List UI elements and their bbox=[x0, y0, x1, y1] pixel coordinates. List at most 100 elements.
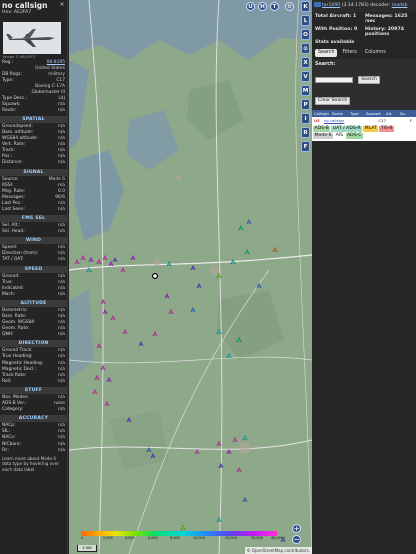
aircraft-marker[interactable] bbox=[168, 309, 174, 315]
aircraft-marker[interactable] bbox=[244, 249, 250, 255]
aircraft-marker[interactable] bbox=[216, 273, 222, 279]
map-btn-u[interactable]: U bbox=[246, 2, 255, 11]
aircraft-marker[interactable] bbox=[180, 525, 186, 531]
close-icon[interactable]: × bbox=[59, 2, 65, 8]
aircraft-marker[interactable] bbox=[190, 265, 196, 271]
tab-columns[interactable]: Columns bbox=[362, 49, 389, 57]
top-rows: Type Desc.: L4J Squawk: n/a Route: n/a bbox=[0, 96, 67, 114]
stats-available[interactable]: Stats available bbox=[315, 40, 363, 45]
tar1090-link[interactable]: tar1090 bbox=[322, 3, 340, 8]
search-button[interactable]: Search bbox=[358, 75, 380, 84]
tab-filters[interactable]: Filters bbox=[339, 49, 359, 57]
tab-search[interactable]: Search bbox=[315, 49, 338, 58]
col-header[interactable]: Sp. bbox=[398, 110, 410, 117]
col-header[interactable]: Route bbox=[330, 110, 348, 117]
settings-gear-icon[interactable]: ⚙ bbox=[285, 2, 294, 11]
aircraft-marker[interactable] bbox=[236, 467, 242, 473]
section-header-speed[interactable]: SPEED bbox=[0, 265, 67, 273]
col-header[interactable]: Type bbox=[348, 110, 364, 117]
aircraft-marker[interactable] bbox=[100, 299, 106, 305]
selected-aircraft-marker[interactable] bbox=[151, 273, 158, 280]
aircraft-marker[interactable] bbox=[112, 257, 118, 263]
side-btn-5[interactable]: V bbox=[301, 71, 310, 82]
aircraft-marker[interactable] bbox=[96, 259, 102, 265]
section-header-altitude[interactable]: ALTITUDE bbox=[0, 299, 67, 307]
section-header-spatial[interactable]: SPATIAL bbox=[0, 115, 67, 123]
aircraft-marker[interactable] bbox=[86, 267, 92, 273]
aircraft-marker[interactable] bbox=[120, 267, 126, 273]
aircraft-photo[interactable] bbox=[3, 22, 61, 54]
aircraft-marker[interactable] bbox=[102, 309, 108, 315]
toggle-sidebar-icon[interactable] bbox=[314, 2, 321, 7]
side-btn-0[interactable]: K bbox=[301, 1, 310, 12]
aircraft-marker[interactable] bbox=[246, 219, 252, 225]
aircraft-marker[interactable] bbox=[152, 331, 158, 337]
side-btn-1[interactable]: L bbox=[301, 15, 310, 26]
side-btn-2[interactable]: O bbox=[301, 29, 310, 40]
aircraft-marker[interactable] bbox=[122, 329, 128, 335]
section-header-signal[interactable]: SIGNAL bbox=[0, 168, 67, 176]
aircraft-marker[interactable] bbox=[100, 365, 106, 371]
map-view[interactable]: U H T ⚙ + − 0 2,000 4,000 6,000 8,000 10,000 2… bbox=[69, 0, 312, 554]
table-row[interactable]: US no callsign C17 F bbox=[312, 117, 416, 124]
col-header[interactable]: Callsign bbox=[312, 110, 330, 117]
map-attribution[interactable]: © OpenStreetMap contributors. bbox=[244, 547, 312, 554]
aircraft-marker[interactable] bbox=[232, 437, 238, 443]
aircraft-marker[interactable] bbox=[146, 447, 152, 453]
section-header-accuracy[interactable]: ACCURACY bbox=[0, 415, 67, 423]
aircraft-marker[interactable] bbox=[130, 255, 136, 261]
aircraft-marker[interactable] bbox=[80, 255, 86, 261]
side-btn-10[interactable]: F bbox=[301, 141, 310, 152]
aircraft-marker[interactable] bbox=[216, 441, 222, 447]
aircraft-marker[interactable] bbox=[226, 353, 232, 359]
side-btn-7[interactable]: P bbox=[301, 99, 310, 110]
aircraft-marker[interactable] bbox=[74, 259, 80, 265]
section-header-direction[interactable]: DIRECTION bbox=[0, 340, 67, 348]
map-btn-t[interactable]: T bbox=[270, 2, 279, 11]
aircraft-marker[interactable] bbox=[256, 283, 262, 289]
aircraft-marker[interactable] bbox=[150, 453, 156, 459]
aircraft-marker[interactable] bbox=[166, 261, 172, 267]
aircraft-marker[interactable] bbox=[104, 401, 110, 407]
col-header[interactable]: Squawk bbox=[364, 110, 384, 117]
aircraft-marker[interactable] bbox=[92, 389, 98, 395]
aircraft-marker[interactable] bbox=[196, 283, 202, 289]
section-header-stuff[interactable]: STUFF bbox=[0, 386, 67, 394]
clear-search-button[interactable]: Clear Search bbox=[315, 96, 351, 105]
aircraft-marker[interactable] bbox=[164, 293, 170, 299]
aircraft-marker[interactable] bbox=[218, 463, 224, 469]
decoder-link[interactable]: readsb bbox=[392, 3, 408, 8]
aircraft-marker[interactable] bbox=[226, 449, 232, 455]
aircraft-marker[interactable] bbox=[242, 497, 248, 503]
aircraft-marker[interactable] bbox=[110, 315, 116, 321]
map-btn-h[interactable]: H bbox=[258, 2, 267, 11]
col-header[interactable]: Alt. bbox=[384, 110, 398, 117]
search-input[interactable] bbox=[315, 76, 353, 83]
aircraft-marker[interactable] bbox=[194, 449, 200, 455]
aircraft-marker[interactable] bbox=[190, 307, 196, 313]
side-btn-8[interactable]: I bbox=[301, 113, 310, 124]
zoom-out-button[interactable]: − bbox=[292, 535, 301, 544]
aircraft-marker[interactable] bbox=[236, 337, 242, 343]
aircraft-marker[interactable] bbox=[272, 247, 278, 253]
aircraft-marker[interactable] bbox=[138, 341, 144, 347]
side-btn-9[interactable]: R bbox=[301, 127, 310, 138]
section-header-fms-sel[interactable]: FMS SEL bbox=[0, 215, 67, 223]
aircraft-marker[interactable] bbox=[242, 435, 248, 441]
aircraft-marker[interactable] bbox=[230, 259, 236, 265]
aircraft-marker[interactable] bbox=[106, 377, 112, 383]
side-btn-4[interactable]: X bbox=[301, 57, 310, 68]
aircraft-marker[interactable] bbox=[126, 417, 132, 423]
side-btn-3[interactable]: ⊙ bbox=[301, 43, 310, 54]
row-callsign[interactable]: no callsign bbox=[322, 117, 348, 124]
aircraft-marker[interactable] bbox=[238, 225, 244, 231]
aircraft-marker[interactable] bbox=[96, 343, 102, 349]
aircraft-marker[interactable] bbox=[88, 257, 94, 263]
aircraft-marker[interactable] bbox=[94, 375, 100, 381]
aircraft-marker[interactable] bbox=[102, 255, 108, 261]
side-btn-6[interactable]: M bbox=[301, 85, 310, 96]
aircraft-marker[interactable] bbox=[216, 329, 222, 335]
aircraft-marker[interactable] bbox=[216, 517, 222, 523]
section-header-wind[interactable]: WIND bbox=[0, 237, 67, 245]
zoom-in-button[interactable]: + bbox=[292, 524, 301, 533]
